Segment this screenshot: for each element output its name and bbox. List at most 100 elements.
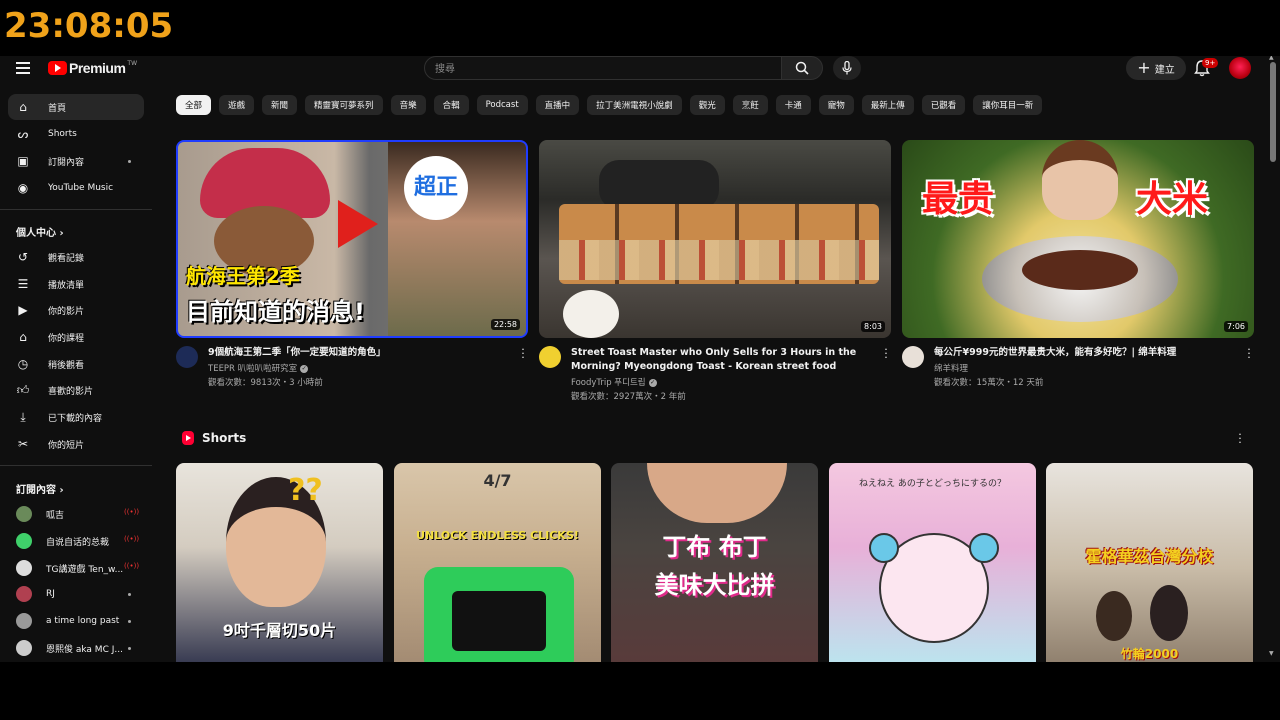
search-input[interactable] bbox=[425, 58, 755, 81]
thumbnail-art bbox=[452, 591, 546, 651]
video-thumbnail[interactable]: 8:03 bbox=[539, 140, 891, 338]
sidebar-item-shorts[interactable]: ᔕ Shorts bbox=[8, 121, 144, 147]
thumbnail-art bbox=[1150, 585, 1188, 641]
search-box bbox=[424, 56, 782, 81]
channel-name[interactable]: FoodyTrip 푸디트립 ✓ bbox=[571, 376, 657, 388]
video-card[interactable]: 8:03 Street Toast Master who Only Sells … bbox=[539, 140, 891, 406]
sidebar-item-subscriptions[interactable]: ▣ 訂閱內容 bbox=[8, 148, 144, 174]
chip[interactable]: 讓你耳目一新 bbox=[973, 95, 1043, 115]
sidebar-subscription-item[interactable]: 恩熙俊 aka MC J... bbox=[8, 635, 144, 661]
channel-name[interactable]: TEEPR 叭啦叭啦研究室 ✓ bbox=[208, 362, 309, 374]
chip[interactable]: 新聞 bbox=[262, 95, 298, 115]
chip[interactable]: 直播中 bbox=[535, 95, 580, 115]
chip[interactable]: 合輯 bbox=[433, 95, 469, 115]
short-card[interactable]: 丁布 布丁 美味大比拼 bbox=[611, 463, 818, 662]
chip[interactable]: 音樂 bbox=[390, 95, 426, 115]
short-caption: ねえねえ あの子とどっちにするの？ bbox=[859, 479, 1006, 489]
scissors-icon: ✂ bbox=[17, 437, 29, 451]
more-options-icon[interactable]: · · · bbox=[1246, 344, 1252, 363]
notification-badge: 9+ bbox=[1202, 58, 1219, 68]
clock-time: 23:08:05 bbox=[4, 6, 174, 46]
video-duration: 8:03 bbox=[861, 321, 885, 332]
chip[interactable]: 烹飪 bbox=[732, 95, 768, 115]
chip[interactable]: 已觀看 bbox=[921, 95, 966, 115]
channel-avatar bbox=[16, 586, 32, 602]
subscriptions-section-header[interactable]: 訂閱內容 › bbox=[16, 481, 64, 496]
chip[interactable]: 寵物 bbox=[818, 95, 854, 115]
sidebar-item-label: 首頁 bbox=[48, 103, 67, 114]
sidebar-item-clips[interactable]: ✂ 你的短片 bbox=[8, 431, 144, 457]
channel-avatar bbox=[16, 560, 32, 576]
sidebar-item-downloads[interactable]: ⤓ 已下載的內容 bbox=[8, 404, 144, 430]
sidebar-item-courses[interactable]: ⌂ 你的課程 bbox=[8, 324, 144, 350]
more-options-icon[interactable]: · · · bbox=[1236, 429, 1244, 448]
video-thumbnail[interactable]: 超正 航海王第2季 目前知道的消息! 22:58 bbox=[176, 140, 528, 338]
youtube-premium-logo[interactable]: Premium TW bbox=[48, 60, 137, 76]
chip-all[interactable]: 全部 bbox=[176, 95, 212, 115]
logo-country: TW bbox=[127, 59, 138, 67]
sidebar-item-label: 你的課程 bbox=[48, 333, 85, 344]
video-meta: 9個航海王第二季「你一定要知道的角色」 TEEPR 叭啦叭啦研究室 ✓ 觀看次數：… bbox=[176, 344, 528, 406]
channel-avatar[interactable] bbox=[176, 346, 198, 368]
video-card[interactable]: 超正 航海王第2季 目前知道的消息! 22:58 9個航海王第二季「你一定要知道… bbox=[176, 140, 528, 406]
scroll-thumb[interactable] bbox=[1270, 62, 1276, 162]
sidebar-item-watch-later[interactable]: ◷ 稍後觀看 bbox=[8, 351, 144, 377]
search-button[interactable] bbox=[781, 56, 823, 80]
sidebar-item-history[interactable]: ↺ 觀看記錄 bbox=[8, 244, 144, 270]
video-title[interactable]: 每公斤¥999元的世界最贵大米，能有多好吃？| 绵羊料理 bbox=[934, 346, 1240, 360]
chevron-right-icon: › bbox=[59, 485, 64, 496]
chip[interactable]: Podcast bbox=[476, 95, 528, 115]
short-card[interactable]: ?? 9吋千層切50片 bbox=[176, 463, 383, 662]
thumbnail-art bbox=[1096, 591, 1132, 641]
voice-search-button[interactable] bbox=[833, 56, 861, 80]
subscription-label: RJ bbox=[46, 589, 55, 599]
new-content-dot bbox=[128, 593, 131, 596]
chip[interactable]: 精靈寶可夢系列 bbox=[305, 95, 383, 115]
sidebar-item-label: 已下載的內容 bbox=[48, 413, 103, 424]
chip[interactable]: 觀光 bbox=[689, 95, 725, 115]
sidebar-item-youtube-music[interactable]: ◉ YouTube Music bbox=[8, 175, 144, 201]
thumbnail-art bbox=[563, 290, 619, 338]
sidebar-subscription-item[interactable]: a time long past bbox=[8, 608, 144, 634]
thumbnail-text: 最贵 bbox=[922, 179, 995, 220]
sidebar-subscription-item[interactable]: RJ bbox=[8, 581, 144, 607]
chip[interactable]: 卡通 bbox=[775, 95, 811, 115]
more-options-icon[interactable]: · · · bbox=[520, 344, 526, 363]
video-title[interactable]: 9個航海王第二季「你一定要知道的角色」 bbox=[208, 346, 514, 360]
hamburger-menu-icon[interactable] bbox=[16, 62, 30, 74]
sidebar-item-label: 訂閱內容 bbox=[48, 157, 85, 168]
channel-avatar[interactable] bbox=[539, 346, 561, 368]
page-scrollbar[interactable]: ▲ ▼ bbox=[1266, 56, 1280, 662]
shorts-icon bbox=[182, 431, 194, 445]
chip[interactable]: 最新上傳 bbox=[861, 95, 914, 115]
more-options-icon[interactable]: · · · bbox=[883, 344, 889, 363]
account-avatar[interactable] bbox=[1229, 57, 1251, 79]
channel-name-text: FoodyTrip 푸디트립 bbox=[571, 378, 646, 388]
chip[interactable]: 拉丁美洲電視小說劇 bbox=[587, 95, 682, 115]
you-section-header[interactable]: 個人中心 › bbox=[16, 224, 64, 239]
short-card[interactable]: 霍格華茲台灣分校 竹輪2000 bbox=[1046, 463, 1253, 662]
short-caption: 4/7 bbox=[483, 471, 512, 490]
sidebar-item-playlists[interactable]: ☰ 播放清單 bbox=[8, 271, 144, 297]
channel-avatar[interactable] bbox=[902, 346, 924, 368]
channel-name-text: TEEPR 叭啦叭啦研究室 bbox=[208, 364, 298, 374]
video-thumbnail[interactable]: 最贵 大米 7:06 bbox=[902, 140, 1254, 338]
video-title[interactable]: Street Toast Master who Only Sells for 3… bbox=[571, 346, 877, 374]
sidebar-item-your-videos[interactable]: ▶ 你的影片 bbox=[8, 297, 144, 323]
channel-avatar bbox=[16, 533, 32, 549]
thumbnail-art bbox=[969, 533, 999, 563]
scroll-down-arrow-icon[interactable]: ▼ bbox=[1269, 650, 1274, 657]
channel-name[interactable]: 绵羊料理 bbox=[934, 362, 968, 374]
sidebar-item-home[interactable]: ⌂ 首頁 bbox=[8, 94, 144, 120]
short-card[interactable]: ねえねえ あの子とどっちにするの？ bbox=[829, 463, 1036, 662]
short-caption: 9吋千層切50片 bbox=[222, 621, 337, 640]
scroll-up-arrow-icon[interactable]: ▲ bbox=[1269, 56, 1274, 61]
sidebar-item-liked-videos[interactable]: 👍︎ 喜歡的影片 bbox=[8, 377, 144, 403]
short-card[interactable]: 4/7 UNLOCK ENDLESS CLICKS! bbox=[394, 463, 601, 662]
video-card[interactable]: 最贵 大米 7:06 每公斤¥999元的世界最贵大米，能有多好吃？| 绵羊料理 … bbox=[902, 140, 1254, 406]
new-content-dot bbox=[128, 647, 131, 650]
subscription-label: 自说自话的总裁 bbox=[46, 537, 110, 548]
history-icon: ↺ bbox=[17, 250, 29, 264]
create-button[interactable]: + 建立 bbox=[1126, 56, 1186, 80]
chip[interactable]: 遊戲 bbox=[219, 95, 255, 115]
